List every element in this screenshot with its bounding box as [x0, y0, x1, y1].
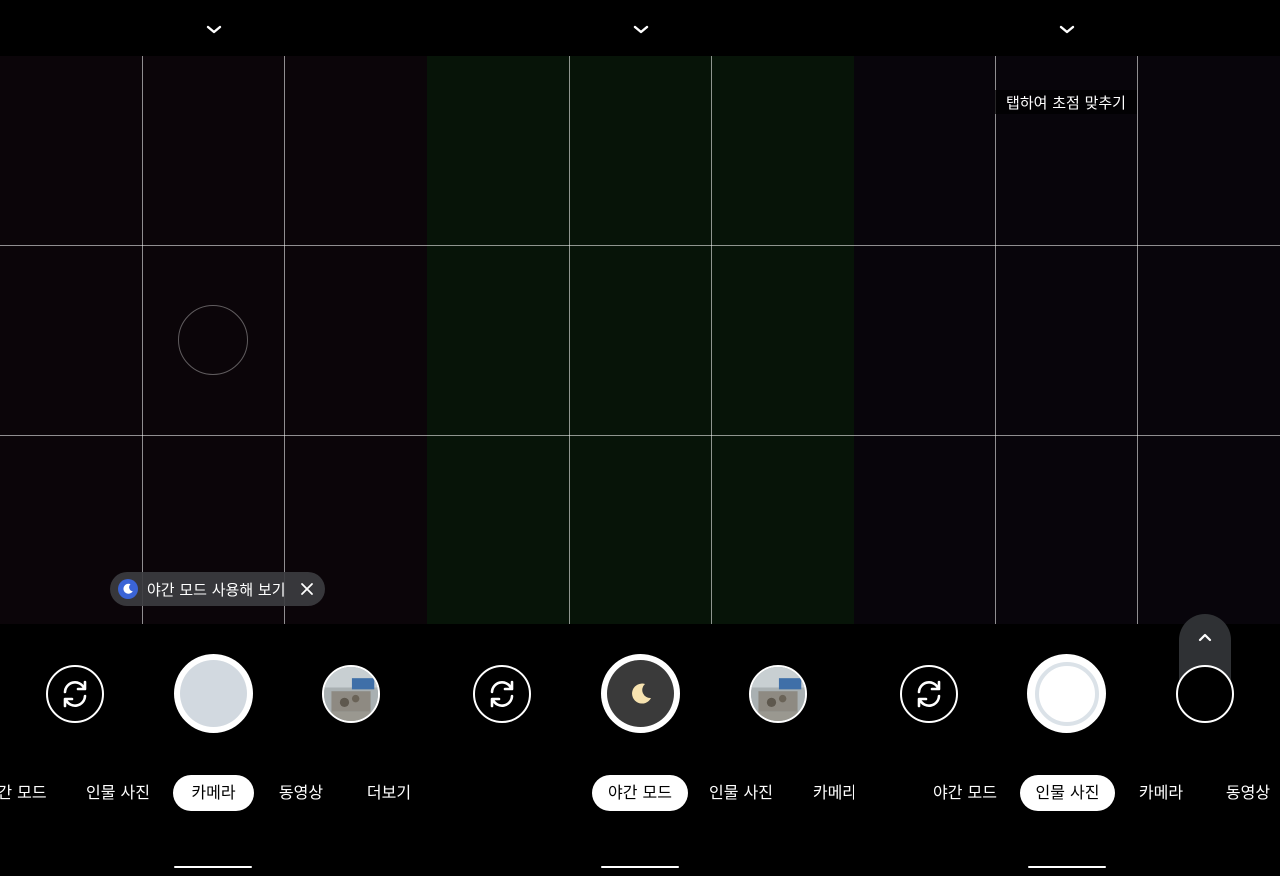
mode-camera[interactable]: 카메라: [811, 775, 854, 811]
viewfinder[interactable]: 탭하여 초점 맞추기: [854, 56, 1280, 624]
viewfinder[interactable]: [427, 56, 854, 624]
moon-icon: [631, 683, 651, 704]
mode-night[interactable]: 야간 모드: [929, 775, 1001, 811]
gallery-thumbnail[interactable]: [749, 665, 807, 723]
switch-camera-button[interactable]: [900, 665, 958, 723]
chevron-down-icon[interactable]: [631, 20, 651, 40]
camera-controls: [427, 624, 854, 764]
grid-line: [427, 435, 854, 436]
shutter-inner: [1034, 661, 1099, 726]
grid-line: [569, 56, 570, 624]
night-mode-suggestion-chip[interactable]: 야간 모드 사용해 보기: [110, 572, 325, 606]
home-indicator: [601, 866, 679, 868]
grid-line: [284, 56, 285, 624]
switch-camera-button[interactable]: [473, 665, 531, 723]
focus-ring: [178, 305, 248, 375]
moon-icon: [118, 579, 138, 599]
shutter-button[interactable]: [1027, 654, 1106, 733]
camera-screen-camera-mode: 야간 모드 사용해 보기 간 모드 인물 사진 카메라 동영상 더보기: [0, 0, 427, 876]
shutter-button[interactable]: [174, 654, 253, 733]
grid-line: [142, 56, 143, 624]
grid-line: [0, 435, 427, 436]
mode-portrait[interactable]: 인물 사진: [1020, 775, 1115, 811]
grid-line: [711, 56, 712, 624]
camera-screen-night-mode: 야간 모드 인물 사진 카메라: [427, 0, 854, 876]
chevron-down-icon[interactable]: [1057, 20, 1077, 40]
switch-camera-button[interactable]: [46, 665, 104, 723]
night-mode-suggestion-label: 야간 모드 사용해 보기: [147, 580, 286, 599]
mode-selector: 야간 모드 인물 사진 카메라 동영상: [854, 775, 1280, 811]
camera-screen-portrait-mode: 탭하여 초점 맞추기 야간 모드 인물 사진 카메라 동영상: [854, 0, 1280, 876]
mode-camera[interactable]: 카메라: [173, 775, 254, 811]
mode-selector: 야간 모드 인물 사진 카메라: [427, 775, 854, 811]
switch-camera-icon: [63, 680, 87, 708]
switch-camera-icon: [917, 680, 941, 708]
gallery-thumbnail[interactable]: [322, 665, 380, 723]
home-indicator: [1028, 866, 1106, 868]
grid-line: [427, 245, 854, 246]
viewfinder[interactable]: 야간 모드 사용해 보기: [0, 56, 427, 624]
mode-video[interactable]: 동영상: [272, 775, 330, 811]
mode-selector: 간 모드 인물 사진 카메라 동영상 더보기: [0, 775, 427, 811]
chevron-down-icon[interactable]: [204, 20, 224, 40]
grid-line: [854, 435, 1280, 436]
mode-night[interactable]: 간 모드: [0, 775, 50, 811]
grid-line: [1137, 56, 1138, 624]
mode-portrait[interactable]: 인물 사진: [705, 775, 777, 811]
shutter-inner: [180, 660, 247, 727]
mode-night[interactable]: 야간 모드: [592, 775, 688, 811]
close-icon[interactable]: [297, 579, 317, 599]
mode-video[interactable]: 동영상: [1220, 775, 1276, 811]
camera-controls: [0, 624, 427, 764]
tap-to-focus-hint: 탭하여 초점 맞추기: [995, 90, 1137, 114]
camera-controls: [854, 614, 1280, 764]
grid-line: [0, 245, 427, 246]
grid-line: [995, 56, 996, 624]
mode-more[interactable]: 더보기: [360, 775, 418, 811]
switch-camera-icon: [490, 680, 514, 708]
shutter-inner: [607, 660, 674, 727]
chevron-up-icon: [1198, 633, 1212, 642]
night-shutter-button[interactable]: [601, 654, 680, 733]
mode-portrait[interactable]: 인물 사진: [82, 775, 154, 811]
mode-camera[interactable]: 카메라: [1134, 775, 1188, 811]
home-indicator: [174, 866, 252, 868]
grid-line: [854, 245, 1280, 246]
gallery-thumbnail-empty[interactable]: [1176, 665, 1234, 723]
